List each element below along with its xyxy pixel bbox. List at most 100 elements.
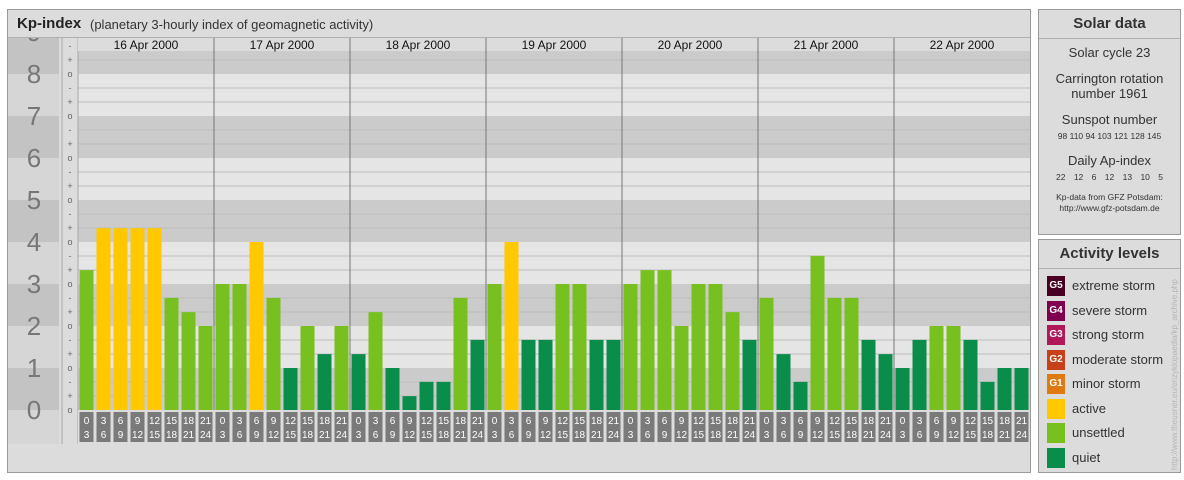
minor-tick-mark: + <box>67 223 72 233</box>
kp-bar <box>198 326 213 410</box>
hour-label-from: 18 <box>319 416 331 427</box>
hour-label-from: 15 <box>846 416 858 427</box>
kp-bar <box>589 339 604 410</box>
minor-tick-mark: + <box>67 265 72 275</box>
kp-bar <box>164 297 179 410</box>
kp-bar <box>810 255 825 410</box>
activity-level-label: unsettled <box>1072 425 1125 440</box>
activity-level-swatch <box>1047 423 1065 443</box>
hour-label-to: 12 <box>676 430 688 441</box>
hour-label-to: 15 <box>149 430 161 441</box>
minor-tick-mark: - <box>69 209 72 219</box>
minor-tick-mark: - <box>69 125 72 135</box>
hour-label-from: 12 <box>557 416 569 427</box>
kp-bar <box>776 354 791 410</box>
hour-label-to: 12 <box>540 430 552 441</box>
activity-levels-panel: Activity levels G5 extreme storm G4 severe … <box>1038 239 1181 473</box>
hour-label-to: 24 <box>608 430 620 441</box>
hour-label-to: 6 <box>509 430 515 441</box>
kp-bar <box>402 396 417 410</box>
kp-bar <box>113 228 128 410</box>
kp-bar <box>674 326 689 410</box>
kp-bar <box>1014 368 1029 410</box>
day-label: 18 Apr 2000 <box>386 38 451 52</box>
hour-label-to: 9 <box>390 430 396 441</box>
chart-title-bar: Kp-index (planetary 3-hourly index of ge… <box>8 10 1030 38</box>
sunspot-value: 145 <box>1147 131 1162 141</box>
hour-label-to: 6 <box>781 430 787 441</box>
hour-label-from: 3 <box>781 416 787 427</box>
kp-bar <box>963 339 978 410</box>
kp-band <box>78 158 1030 200</box>
hour-label-to: 9 <box>526 430 532 441</box>
hour-label-to: 21 <box>319 430 331 441</box>
hour-label-to: 9 <box>118 430 124 441</box>
hour-label-from: 9 <box>951 416 957 427</box>
source-link[interactable]: http://www.gfz-potsdam.de <box>1039 203 1180 214</box>
hour-label-to: 24 <box>200 430 212 441</box>
minor-tick-mark: - <box>69 83 72 93</box>
kp-bar <box>147 228 162 410</box>
kp-bar <box>368 312 383 410</box>
hour-label-to: 3 <box>220 430 226 441</box>
kp-bar <box>861 339 876 410</box>
kp-bar <box>300 326 315 410</box>
minor-tick-mark: + <box>67 97 72 107</box>
hour-label-from: 6 <box>390 416 396 427</box>
hour-label-to: 18 <box>710 430 722 441</box>
minor-tick-mark: o <box>67 195 72 205</box>
hour-label-to: 3 <box>764 430 770 441</box>
hour-label-to: 21 <box>863 430 875 441</box>
minor-tick-mark: o <box>67 405 72 415</box>
hour-label-to: 18 <box>574 430 586 441</box>
day-label: 19 Apr 2000 <box>522 38 587 52</box>
sunspot-value: 110 <box>1069 131 1084 141</box>
hour-label-to: 6 <box>101 430 107 441</box>
hour-label-from: 21 <box>744 416 756 427</box>
hour-label-to: 6 <box>645 430 651 441</box>
hour-label-to: 24 <box>880 430 892 441</box>
chart-subtitle: (planetary 3-hourly index of geomagnetic… <box>90 17 374 32</box>
hour-label-to: 6 <box>373 430 379 441</box>
hour-label-to: 12 <box>268 430 280 441</box>
y-tick-label: 9 <box>27 38 41 47</box>
kp-bar <box>844 297 859 410</box>
y-tick-label: 0 <box>27 395 41 425</box>
hour-label-to: 9 <box>662 430 668 441</box>
minor-tick-mark: + <box>67 349 72 359</box>
minor-tick-mark: + <box>67 181 72 191</box>
hour-label-from: 6 <box>526 416 532 427</box>
activity-level-swatch: G5 <box>1047 276 1065 296</box>
ap-value: 5 <box>1158 172 1164 182</box>
ap-value: 12 <box>1073 172 1084 182</box>
minor-tick-mark: - <box>69 335 72 345</box>
kp-bar <box>266 297 281 410</box>
hour-label-to: 3 <box>84 430 90 441</box>
kp-band <box>78 200 1030 242</box>
hour-label-from: 9 <box>815 416 821 427</box>
hour-label-to: 9 <box>934 430 940 441</box>
hour-label-to: 12 <box>404 430 416 441</box>
kp-bar-chart: o+-o+-o+-o+-o+-o+-o+-o+-o+-o012345678916… <box>8 38 1030 444</box>
hour-label-to: 24 <box>472 430 484 441</box>
hour-label-to: 3 <box>900 430 906 441</box>
hour-label-from: 15 <box>302 416 314 427</box>
hour-label-to: 9 <box>254 430 260 441</box>
minor-tick-mark: + <box>67 307 72 317</box>
hour-label-to: 3 <box>628 430 634 441</box>
activity-level-swatch: G2 <box>1047 349 1065 370</box>
solar-cycle: Solar cycle 23 <box>1068 45 1151 60</box>
hour-label-from: 21 <box>608 416 620 427</box>
minor-tick-mark: - <box>69 41 72 51</box>
kp-bar <box>929 326 944 410</box>
hour-label-from: 12 <box>421 416 433 427</box>
kp-bar <box>742 339 757 410</box>
activity-level-swatch: G4 <box>1047 300 1065 321</box>
kp-bar <box>130 228 145 410</box>
day-label: 16 Apr 2000 <box>114 38 179 52</box>
y-tick-label: 3 <box>27 269 41 299</box>
hour-label-to: 12 <box>812 430 824 441</box>
activity-level-label: quiet <box>1072 449 1101 465</box>
kp-bar <box>980 381 995 410</box>
hour-label-to: 24 <box>1016 430 1028 441</box>
